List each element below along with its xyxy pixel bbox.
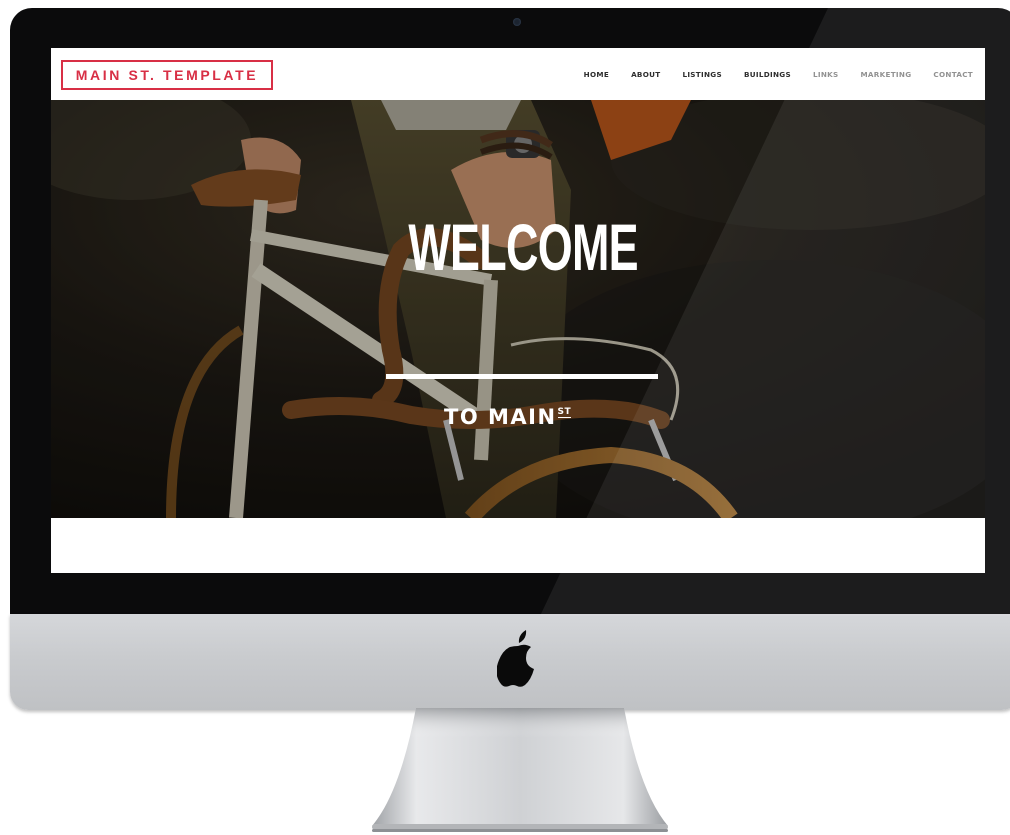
website-screen: MAIN ST. TEMPLATE HOME ABOUT LISTINGS BU… xyxy=(51,48,985,573)
imac-mockup: MAIN ST. TEMPLATE HOME ABOUT LISTINGS BU… xyxy=(0,0,1010,835)
imac-stand xyxy=(372,708,668,832)
nav-item-links[interactable]: LINKS xyxy=(813,70,839,79)
site-logo[interactable]: MAIN ST. TEMPLATE xyxy=(61,60,273,90)
apple-icon xyxy=(497,630,534,687)
hero-subtitle-text: TO MAIN xyxy=(444,405,557,429)
nav-item-marketing[interactable]: MARKETING xyxy=(860,70,911,79)
nav-item-buildings[interactable]: BUILDINGS xyxy=(744,70,791,79)
hero-dark-overlay xyxy=(51,100,985,518)
hero-banner: WELCOME TO MAINST xyxy=(51,100,985,518)
hero-divider xyxy=(386,374,658,379)
nav-item-contact[interactable]: CONTACT xyxy=(933,70,973,79)
hero-subtitle-superscript: ST xyxy=(557,407,572,418)
content-area xyxy=(51,518,985,573)
main-nav: HOME ABOUT LISTINGS BUILDINGS LINKS MARK… xyxy=(562,48,973,100)
nav-item-about[interactable]: ABOUT xyxy=(631,70,660,79)
hero-subtitle: TO MAINST xyxy=(444,405,572,429)
hero-title: WELCOME xyxy=(408,210,638,284)
nav-item-home[interactable]: HOME xyxy=(584,70,609,79)
nav-item-listings[interactable]: LISTINGS xyxy=(682,70,722,79)
camera-icon xyxy=(513,18,521,26)
site-header: MAIN ST. TEMPLATE HOME ABOUT LISTINGS BU… xyxy=(51,48,985,101)
